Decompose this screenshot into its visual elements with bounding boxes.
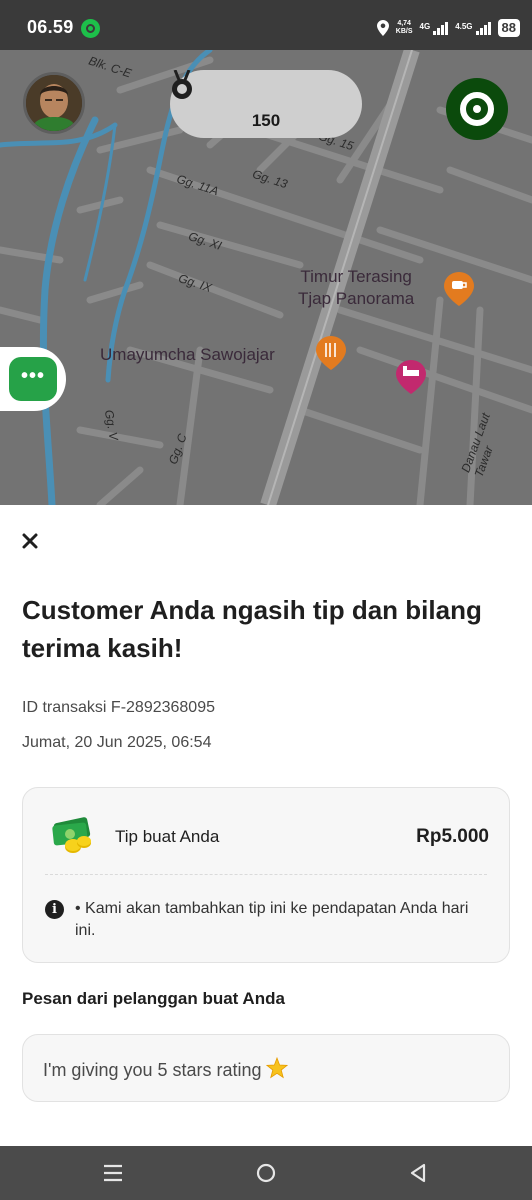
- info-icon: i: [45, 900, 64, 919]
- menu-icon[interactable]: [101, 1161, 125, 1185]
- transaction-id: ID transaksi F-2892368095: [22, 699, 215, 716]
- performance-medal-pill[interactable]: 150: [170, 70, 362, 138]
- net-speed-unit: KB/S: [395, 28, 413, 35]
- status-bar: 06.59 4,74 KB/S 4G 4.5G 88: [0, 0, 532, 50]
- map-view[interactable]: Blk. C-E Gg. 15 Gg. 11A Gg. 13 Gg. XI Gg…: [0, 50, 532, 505]
- medal-count: 150: [251, 111, 281, 130]
- poi-label-cafe[interactable]: Timur Terasing Tjap Panorama: [298, 266, 414, 310]
- chat-tab[interactable]: •••: [0, 347, 66, 411]
- divider: [45, 874, 487, 875]
- battery-icon: 88: [497, 19, 520, 37]
- signal-sim2: 4.5G: [455, 21, 491, 35]
- location-icon: [376, 20, 389, 36]
- tip-detail-sheet: Customer Anda ngasih tip dan bilang teri…: [0, 505, 532, 1146]
- driver-avatar[interactable]: [23, 72, 85, 134]
- gojek-notification-icon: [81, 19, 100, 38]
- customer-message: I'm giving you 5 stars rating: [43, 1057, 288, 1081]
- sim1-label: 4G: [419, 21, 431, 31]
- chat-more-button[interactable]: •••: [9, 357, 57, 401]
- customer-message-text: I'm giving you 5 stars rating: [43, 1060, 262, 1080]
- medal-icon: [172, 70, 192, 99]
- poi-label-line: Tjap Panorama: [298, 289, 415, 308]
- network-speed: 4,74 KB/S: [396, 20, 413, 36]
- tip-amount: Rp5.000: [416, 826, 489, 847]
- poi-hotel-pin[interactable]: [396, 360, 426, 394]
- status-time: 06.59: [27, 17, 74, 37]
- poi-cafe-pin[interactable]: [444, 272, 474, 306]
- transaction-datetime: Jumat, 20 Jun 2025, 06:54: [22, 734, 212, 751]
- close-icon[interactable]: [19, 530, 41, 552]
- avatar-photo-icon: [26, 75, 82, 131]
- status-indicators: 4,74 KB/S 4G 4.5G 88: [376, 17, 520, 39]
- tip-info-text: • Kami akan tambahkan tip ini ke pendapa…: [75, 900, 469, 939]
- money-icon: [52, 817, 91, 853]
- signal-bars-icon: [475, 21, 491, 35]
- poi-label-line: Timur Terasing: [300, 267, 412, 286]
- message-heading: Pesan dari pelanggan buat Anda: [22, 989, 285, 1008]
- signal-sim1: 4G: [419, 21, 449, 35]
- signal-bars-icon: [433, 21, 449, 35]
- net-speed-value: 4,74: [397, 20, 411, 27]
- poi-label-restaurant[interactable]: Umayumcha Sawojajar: [100, 344, 275, 366]
- home-icon[interactable]: [254, 1161, 278, 1185]
- go-online-button[interactable]: [446, 78, 508, 140]
- page-title: Customer Anda ngasih tip dan bilang teri…: [22, 595, 482, 663]
- tip-label: Tip buat Anda: [115, 827, 220, 846]
- customer-message-box: I'm giving you 5 stars rating: [22, 1034, 510, 1102]
- tip-card: Tip buat Anda Rp5.000 i • Kami akan tamb…: [22, 787, 510, 963]
- sim2-label: 4.5G: [455, 21, 473, 31]
- system-nav-bar: [0, 1146, 532, 1200]
- back-icon[interactable]: [406, 1161, 430, 1185]
- star-icon: [265, 1057, 288, 1079]
